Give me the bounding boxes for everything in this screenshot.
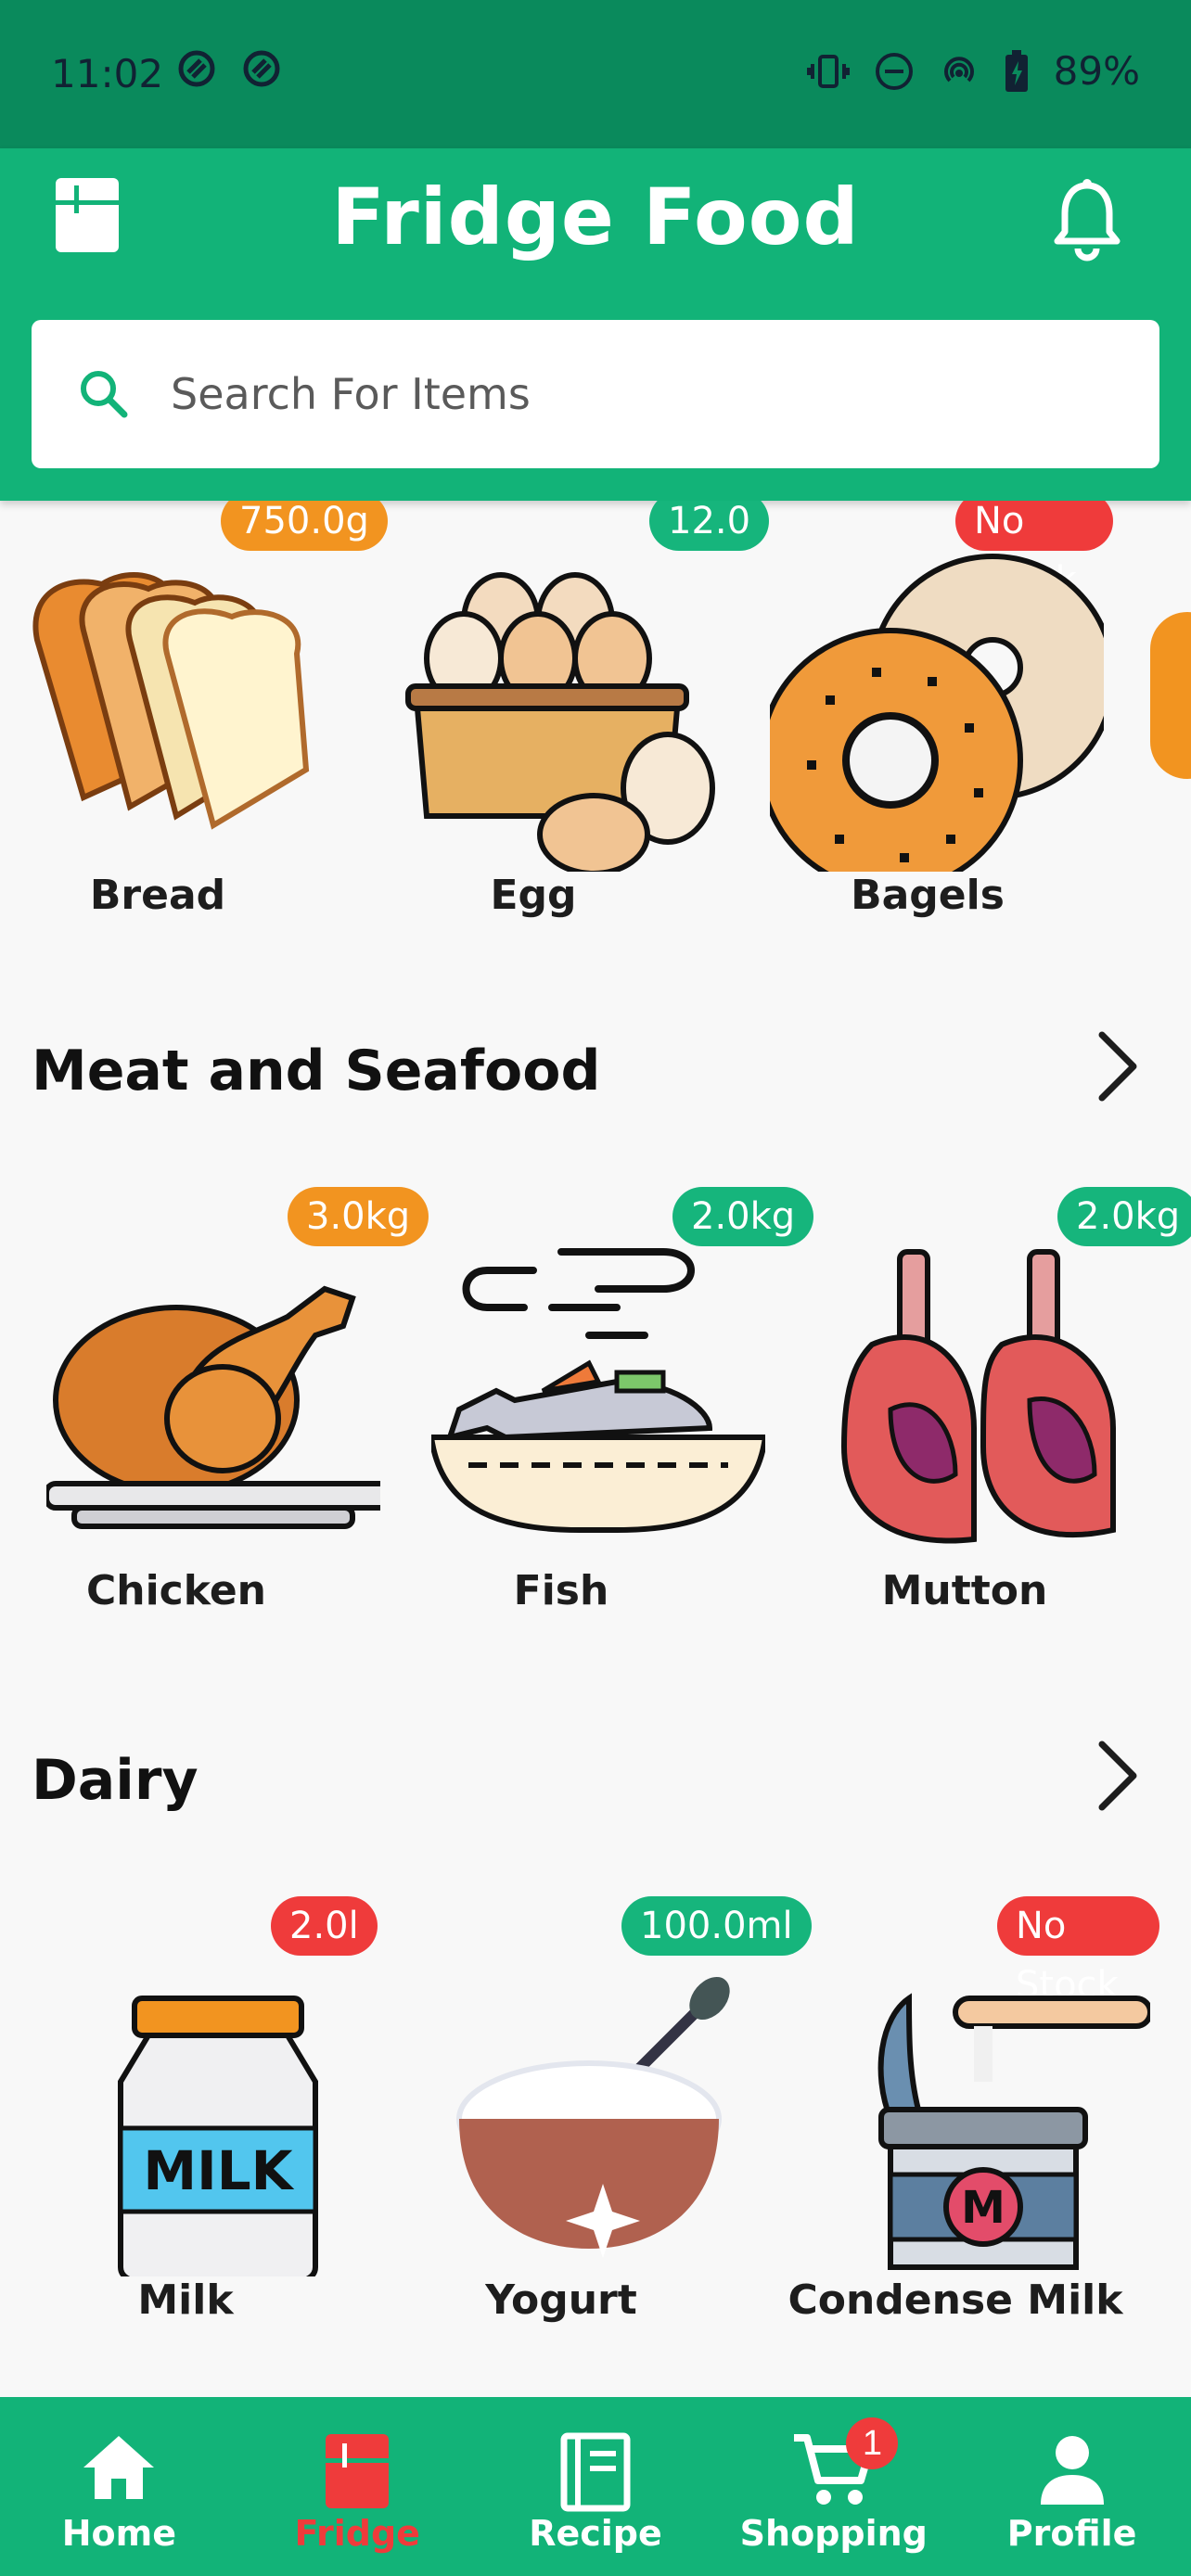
search-input[interactable] [169,368,1007,420]
item-card[interactable]: No Stock M Condense Milk [788,1896,1159,2378]
notification-bell-icon[interactable] [1048,178,1126,261]
item-card[interactable]: 2.0kg Mutton [788,1187,1191,1669]
yogurt-bowl-icon [456,1976,730,2258]
chicken-icon [46,1285,380,1529]
status-bar: 11:02 89% [0,0,1191,148]
minus-circle-icon [875,52,913,90]
nav-fridge[interactable]: Fridge [238,2397,477,2576]
cart-count-badge: 1 [846,2417,899,2469]
section-row-3: 2.0l MILK Milk 100.0ml Yogurt No Stock M… [0,1896,1191,2378]
condensed-milk-can-icon: M [877,1993,1150,2270]
item-name: Egg [490,872,577,919]
status-time: 11:02 [51,51,164,96]
item-name: Condense Milk [788,2276,1123,2324]
recipe-book-icon [560,2432,631,2512]
milk-bottle-icon: MILK [118,1996,318,2276]
fish-icon [431,1248,765,1533]
home-icon [83,2436,155,2499]
battery-charging-icon [1005,49,1028,92]
nav-home[interactable]: Home [0,2397,238,2576]
item-name: Fish [513,1567,609,1614]
sync-icon [243,50,280,87]
content-scroll[interactable]: 750.0g Bread 12.0 Egg No Bagels Meat and… [0,501,1191,2397]
section-row-2: 3.0kg Chicken 2.0kg Fish 2.0kg Mutton [0,1187,1191,1669]
item-card[interactable]: 100.0ml Yogurt [403,1896,812,2378]
egg-basket-icon [405,572,715,872]
mutton-chops-icon [840,1249,1116,1544]
bottom-navigation: Home Fridge Recipe 1 Shopping Profile [0,2397,1191,2576]
item-card[interactable]: 2.0l MILK Milk [19,1896,390,2378]
item-card[interactable]: No Stock Bagels [742,501,1113,974]
do-not-disturb-icon [178,50,215,87]
chevron-right-icon[interactable] [1095,1739,1141,1813]
item-name: Yogurt [485,2276,637,2324]
app-title: Fridge Food [331,172,860,262]
nav-label: Shopping [739,2513,928,2554]
item-name: Bread [89,872,226,919]
item-name: Bagels [851,872,1005,919]
next-item-peek [1150,612,1191,779]
status-system-icons: 89% [806,48,1140,94]
nav-label: Home [61,2513,177,2554]
nav-shopping[interactable]: 1 Shopping [714,2397,953,2576]
item-card[interactable]: 750.0g Bread [0,501,388,974]
item-name: Milk [137,2276,234,2324]
status-notification-icons [176,48,282,89]
item-name: Chicken [85,1567,267,1614]
search-bar[interactable] [32,320,1159,468]
vibrate-icon [806,54,850,88]
profile-icon [1040,2436,1104,2505]
hotspot-icon [943,56,974,82]
svg-text:MILK: MILK [143,2139,294,2202]
item-card[interactable]: 3.0kg Chicken [19,1187,429,1669]
fridge-icon [326,2434,390,2508]
bread-icon [32,572,310,830]
search-icon [81,371,128,418]
bagel-icon [770,554,1104,872]
battery-percentage: 89% [1053,48,1140,94]
nav-label: Fridge [294,2513,420,2554]
svg-text:M: M [961,2182,1005,2234]
section-title: Meat and Seafood [32,1039,601,1103]
nav-label: Recipe [529,2513,662,2554]
item-card[interactable]: 12.0 Egg [362,501,770,974]
nav-recipe[interactable]: Recipe [477,2397,715,2576]
item-name: Mutton [881,1567,1048,1614]
chevron-right-icon[interactable] [1095,1029,1141,1103]
nav-profile[interactable]: Profile [953,2397,1191,2576]
section-title: Dairy [32,1748,198,1813]
item-card[interactable]: 2.0kg Fish [403,1187,814,1669]
section-row-1: 750.0g Bread 12.0 Egg No Bagels [0,501,1191,974]
nav-label: Profile [1006,2513,1137,2554]
